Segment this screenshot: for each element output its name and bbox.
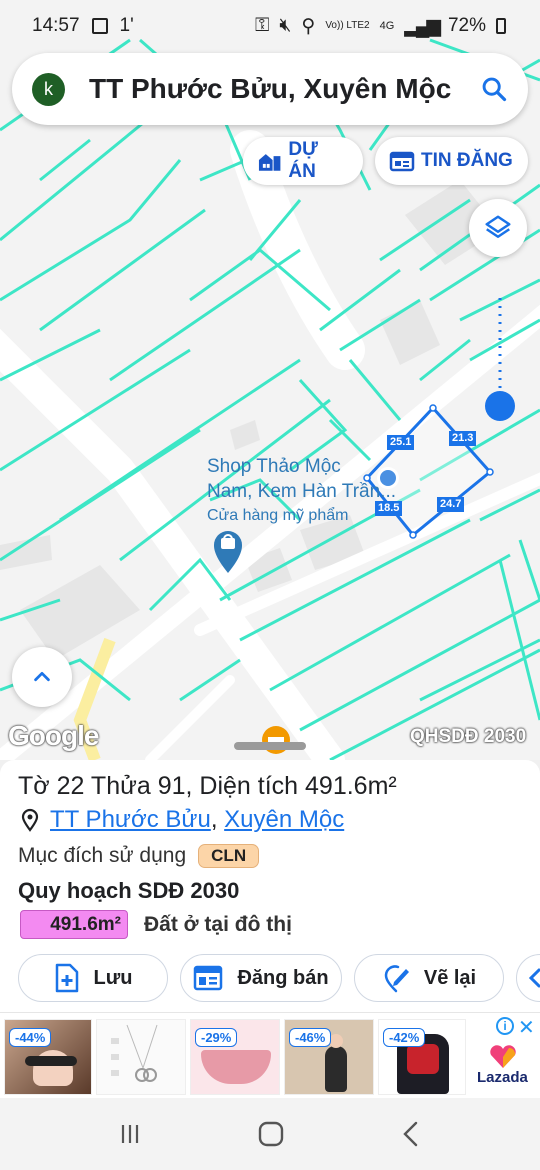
ad-item-3[interactable]: -29% <box>190 1019 280 1095</box>
lazada-heart-icon <box>490 1045 516 1068</box>
parcel-summary: Tờ 22 Thửa 91, Diện tích 491.6m² <box>18 772 397 801</box>
search-query[interactable]: TT Phước Bửu, Xuyên Mộc <box>89 73 480 105</box>
more-actions-button[interactable] <box>516 954 540 1002</box>
sell-label: Đăng bán <box>237 966 329 989</box>
opacity-slider-knob[interactable] <box>485 391 515 421</box>
listing-icon <box>194 965 223 991</box>
district-link[interactable]: Xuyên Mộc <box>224 806 344 833</box>
area-value: 491.6m² <box>305 772 397 800</box>
layers-button[interactable] <box>469 199 527 257</box>
ad-info-icon[interactable]: i <box>496 1017 514 1035</box>
google-logo: Google <box>8 720 99 751</box>
plan-land-use: Đất ở tại đô thị <box>144 912 292 936</box>
listing-icon <box>389 151 415 172</box>
recent-apps-icon[interactable] <box>118 1122 142 1146</box>
key-icon: ⚿ <box>254 15 270 36</box>
purpose-badge: CLN <box>198 844 260 868</box>
ad-banner[interactable]: -44% -29% -46% -42% i ✕ Lazada <box>0 1012 540 1098</box>
purpose-row: Mục đích sử dụng CLN <box>18 844 260 868</box>
parcel-info-sheet: Tờ 22 Thửa 91, Diện tích 491.6m² TT Phướ… <box>0 760 540 1018</box>
wifi-calling-icon: Vo)) LTE2 <box>325 20 370 31</box>
draw-icon <box>384 965 409 993</box>
ad-item-1[interactable]: -44% <box>4 1019 92 1095</box>
tin-dang-chip[interactable]: TIN ĐĂNG <box>375 137 528 185</box>
plan-title: Quy hoạch SDĐ 2030 <box>18 878 240 903</box>
du-an-label: DỰ ÁN <box>288 139 318 182</box>
home-icon[interactable] <box>258 1121 284 1147</box>
segment-label-d: 24.7 <box>437 497 465 512</box>
chevron-up-icon <box>34 671 50 682</box>
avatar[interactable]: k <box>32 72 65 106</box>
battery-icon <box>496 18 506 34</box>
thua-label: Thửa <box>84 772 158 800</box>
ward-link[interactable]: TT Phước Bửu <box>50 806 211 833</box>
du-an-chip[interactable]: DỰ ÁN <box>243 137 363 185</box>
segment-label-a: 25.1 <box>387 435 415 450</box>
ad-item-4[interactable]: -46% <box>284 1019 374 1095</box>
location-separator: , <box>210 806 218 833</box>
ad-close-icon[interactable]: ✕ <box>518 1015 535 1040</box>
place-pin-icon <box>21 808 39 832</box>
parcel-location: TT Phước Bửu, Xuyên Mộc <box>20 806 344 834</box>
segment-label-c: 18.5 <box>375 501 403 516</box>
sheet-drag-handle[interactable] <box>234 742 306 750</box>
area-label: , Diện tích <box>185 772 306 800</box>
gallery-icon <box>91 18 108 34</box>
mute-icon: 🔇︎ <box>279 15 292 36</box>
sell-button[interactable]: Đăng bán <box>180 954 342 1002</box>
plan-area-badge: 491.6m² <box>20 910 128 939</box>
segment-label-b: 21.3 <box>449 431 477 446</box>
signal-icon: ▂▄▆ <box>404 15 441 37</box>
status-time: 14:57 <box>32 15 80 36</box>
tin-dang-label: TIN ĐĂNG <box>421 150 513 171</box>
layers-icon <box>485 215 511 238</box>
redraw-label: Vẽ lại <box>423 966 477 989</box>
ad-discount-1: -44% <box>9 1028 52 1047</box>
necklace-image <box>111 1024 158 1082</box>
network-type: 4G <box>379 20 395 32</box>
battery-level: 72% <box>447 15 486 36</box>
ad-item-5[interactable]: -42% <box>378 1019 466 1095</box>
ad-discount-4: -42% <box>383 1028 426 1047</box>
to-value: 22 <box>56 772 85 800</box>
expand-sheet-button[interactable] <box>12 647 72 707</box>
purpose-label: Mục đích sử dụng <box>18 844 187 867</box>
back-icon[interactable] <box>400 1121 422 1147</box>
poi-name-line1[interactable]: Shop Thảo Mộc <box>207 455 341 479</box>
location-icon: ⚲ <box>301 15 316 37</box>
overlay-label: QHSDĐ 2030 <box>410 726 527 747</box>
city-icon <box>258 154 281 171</box>
status-bar: 14:57 1' ⚿ 🔇︎ ⚲ Vo)) LTE2 4G ▂▄▆ 72% <box>0 0 540 52</box>
poi-name-line2[interactable]: Nam, Kem Hàn Trần... <box>207 480 396 504</box>
thua-value: 91 <box>157 772 186 800</box>
ad-item-2[interactable] <box>96 1019 186 1095</box>
ad-discount-3: -46% <box>289 1028 332 1047</box>
ad-brand: Lazada <box>477 1069 528 1086</box>
poi-category: Cửa hàng mỹ phẩm <box>207 507 349 524</box>
add-file-icon <box>55 963 78 993</box>
plan-row: 491.6m² Đất ở tại đô thị <box>20 910 292 939</box>
ad-discount-2: -29% <box>195 1028 238 1047</box>
redraw-button[interactable]: Vẽ lại <box>354 954 504 1002</box>
to-label: Tờ <box>18 772 57 800</box>
system-nav-bar <box>0 1098 540 1170</box>
search-bar[interactable]: k TT Phước Bửu, Xuyên Mộc <box>12 53 528 125</box>
status-extra: 1' <box>119 15 134 36</box>
save-label: Lưu <box>93 966 133 989</box>
search-icon[interactable] <box>480 75 508 103</box>
chevron-left-icon <box>528 968 540 988</box>
save-button[interactable]: Lưu <box>18 954 168 1002</box>
